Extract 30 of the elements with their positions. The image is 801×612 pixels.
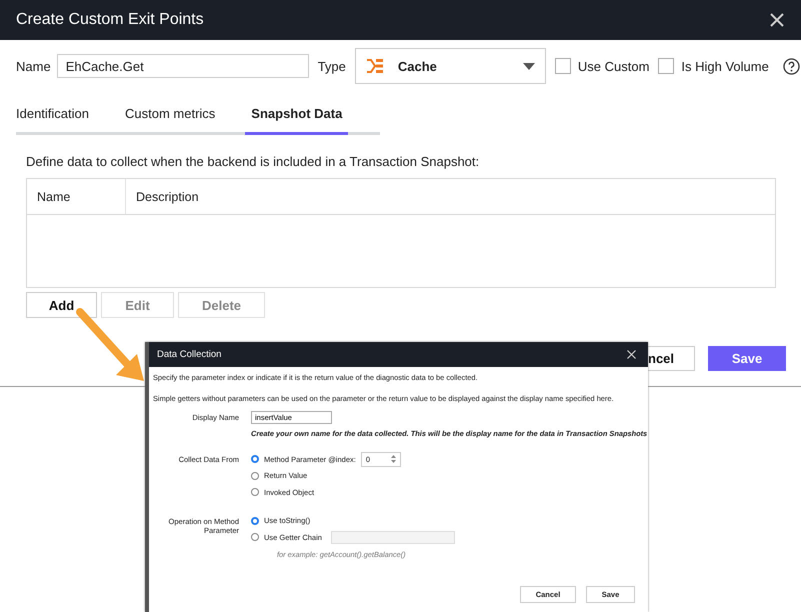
- tab[interactable]: Snapshot Data: [245, 106, 348, 135]
- radio-button[interactable]: [251, 455, 259, 463]
- cancel-button[interactable]: ncel: [648, 346, 695, 371]
- table-button[interactable]: Add: [26, 292, 97, 318]
- column-header: Name: [27, 179, 126, 214]
- radio-button[interactable]: [251, 533, 259, 541]
- getter-chain-input[interactable]: [330, 530, 455, 544]
- name-input[interactable]: EhCache.Get: [56, 54, 309, 78]
- checkbox[interactable]: [658, 58, 674, 74]
- cache-icon: [366, 58, 384, 74]
- checkbox-label: Use Custom: [578, 58, 650, 74]
- checkbox[interactable]: [554, 58, 571, 74]
- caret-icon: [522, 62, 535, 70]
- close-icon[interactable]: [769, 12, 785, 28]
- dialog-title: Data Collection: [157, 349, 222, 360]
- save-button[interactable]: Save: [708, 346, 786, 371]
- radio-button[interactable]: [251, 516, 259, 524]
- checkbox-label: Is High Volume: [681, 58, 769, 74]
- dialog-title: Create Custom Exit Points: [16, 11, 204, 29]
- tab[interactable]: Custom metrics: [119, 106, 222, 135]
- help-icon[interactable]: [782, 58, 800, 74]
- name-label: Name: [16, 58, 51, 74]
- instruction-text: Define data to collect when the backend is included in a Transaction Snapshot:: [26, 154, 480, 169]
- type-dropdown[interactable]: Cache: [354, 48, 546, 84]
- tab[interactable]: Identification: [16, 106, 95, 135]
- type-label: Type: [318, 58, 346, 74]
- radio-button[interactable]: [251, 488, 259, 496]
- column-header: Description: [135, 188, 199, 206]
- radio-button[interactable]: [251, 472, 259, 480]
- close-icon[interactable]: [627, 350, 636, 359]
